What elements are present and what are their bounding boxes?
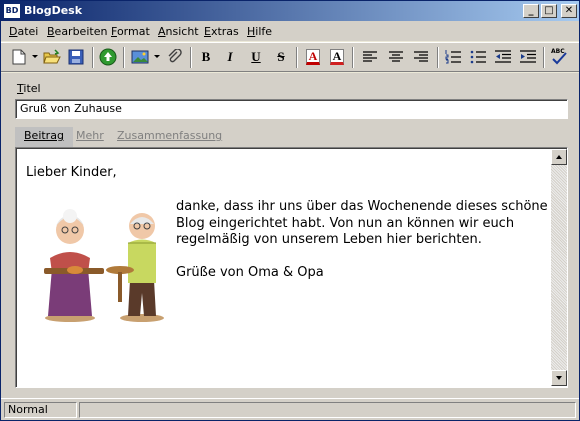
decrease-indent-button[interactable] — [493, 47, 513, 67]
title-field-label: Titel — [17, 82, 41, 95]
status-bar: Normal — [1, 398, 579, 420]
toolbar-separator — [123, 47, 125, 68]
menu-bearbeiten[interactable]: Bearbeiten — [47, 25, 107, 38]
editor-tabs: Beitrag Mehr Zusammenfassung — [15, 127, 568, 147]
arrow-up-icon — [556, 155, 562, 159]
italic-button[interactable]: I — [220, 47, 240, 67]
toolbar-separator — [296, 47, 298, 68]
folder-open-icon — [43, 49, 61, 64]
picture-icon — [131, 50, 149, 64]
post-signature: Grüße von Oma & Opa — [176, 265, 324, 280]
vertical-scrollbar[interactable] — [551, 149, 567, 386]
tab-mehr[interactable]: Mehr — [67, 127, 113, 147]
scroll-down-button[interactable] — [551, 370, 567, 386]
scroll-up-button[interactable] — [551, 149, 567, 165]
tab-zusammenfassung[interactable]: Zusammenfassung — [108, 127, 231, 147]
paperclip-link-icon — [168, 49, 182, 63]
title-bar[interactable]: BD BlogDesk _ □ ✕ — [1, 1, 579, 21]
arrow-down-icon — [556, 376, 562, 380]
bold-icon: B — [201, 49, 211, 64]
underline-icon: U — [251, 49, 261, 64]
post-salutation: Lieber Kinder, — [26, 165, 117, 180]
toolbar-separator — [190, 47, 192, 68]
image-dropdown-arrow[interactable] — [154, 55, 160, 58]
menu-datei[interactable]: Datei — [9, 25, 38, 38]
menu-extras[interactable]: Extras — [204, 25, 239, 38]
post-body-editor[interactable]: Lieber Kinder, danke, dass ihr uns über … — [15, 147, 568, 388]
bullet-list-icon — [470, 50, 486, 64]
save-button[interactable] — [66, 47, 86, 67]
align-center-button[interactable] — [386, 47, 406, 67]
app-window: BD BlogDesk _ □ ✕ Datei Bearbeiten Forma… — [0, 0, 580, 421]
menu-format[interactable]: Format — [111, 25, 150, 38]
align-left-icon — [363, 51, 377, 62]
window-title: BlogDesk — [24, 4, 83, 17]
post-body-text: danke, dass ihr uns über das Wochenende … — [176, 199, 548, 247]
toolbar: B I U S A A ABC — [1, 42, 579, 72]
italic-icon: I — [227, 49, 233, 64]
align-center-icon — [389, 51, 403, 62]
bullet-list-button[interactable] — [468, 47, 488, 67]
numbered-list-icon — [445, 50, 461, 64]
toolbar-separator — [437, 47, 439, 68]
paragraph-style-status: Normal — [4, 402, 77, 418]
numbered-list-button[interactable] — [443, 47, 463, 67]
minimize-button[interactable]: _ — [523, 4, 539, 18]
strikethrough-button[interactable]: S — [271, 47, 291, 67]
align-right-button[interactable] — [411, 47, 431, 67]
highlight-icon: A — [330, 49, 344, 65]
upload-arrow-icon — [99, 48, 117, 66]
menu-ansicht[interactable]: Ansicht — [158, 25, 199, 38]
post-editor-panel: Titel Gruß von Zuhause Beitrag Mehr Zusa… — [1, 73, 579, 398]
new-dropdown-arrow[interactable] — [32, 55, 38, 58]
menu-hilfe[interactable]: Hilfe — [247, 25, 272, 38]
font-color-button[interactable]: A — [303, 47, 323, 67]
spellcheck-icon: ABC — [550, 48, 568, 66]
insert-link-button[interactable] — [164, 47, 184, 67]
align-right-icon — [414, 51, 428, 62]
strikethrough-icon: S — [277, 49, 285, 64]
indent-icon — [520, 50, 536, 63]
align-left-button[interactable] — [360, 47, 380, 67]
increase-indent-button[interactable] — [518, 47, 538, 67]
new-document-icon — [12, 49, 26, 65]
bold-button[interactable]: B — [196, 47, 216, 67]
close-button[interactable]: ✕ — [561, 4, 577, 18]
app-logo-icon: BD — [4, 4, 20, 18]
toolbar-separator — [92, 47, 94, 68]
toolbar-separator — [543, 47, 545, 68]
publish-button[interactable] — [98, 47, 118, 67]
underline-button[interactable]: U — [246, 47, 266, 67]
insert-image-button[interactable] — [130, 47, 150, 67]
tab-beitrag[interactable]: Beitrag — [15, 127, 73, 147]
outdent-icon — [495, 50, 511, 63]
grandparents-image[interactable] — [30, 198, 173, 324]
toolbar-separator — [352, 47, 354, 68]
new-document-button[interactable] — [9, 47, 29, 67]
spellcheck-button[interactable]: ABC — [549, 47, 569, 67]
menu-bar: Datei Bearbeiten Format Ansicht Extras H… — [1, 21, 579, 41]
post-title-input[interactable]: Gruß von Zuhause — [15, 99, 568, 119]
open-button[interactable] — [42, 47, 62, 67]
floppy-disk-icon — [68, 49, 84, 65]
status-message-area — [79, 402, 576, 418]
font-color-icon: A — [306, 49, 320, 65]
highlight-color-button[interactable]: A — [327, 47, 347, 67]
maximize-button[interactable]: □ — [541, 4, 557, 18]
